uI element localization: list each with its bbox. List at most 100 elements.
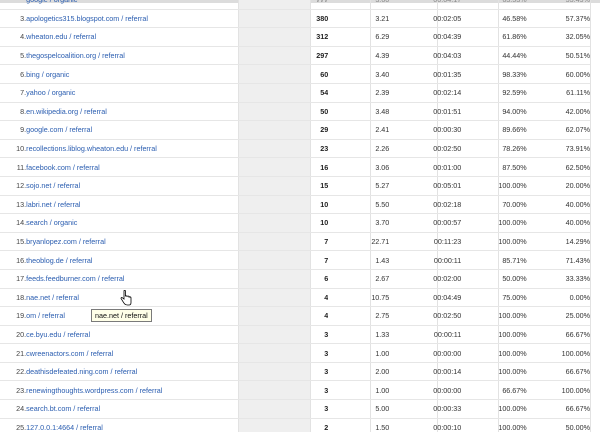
table-row: 16. theoblog.de / referral 7 1.43 00:00:11 85… — [0, 250, 590, 270]
visits-value: 4 — [249, 306, 329, 326]
avg-duration-value: 00:04:17 — [389, 0, 462, 10]
bounce-rate-value: 0.00% — [526, 288, 590, 308]
table-row: 6. bing / organic 60 3.40 00:01:35 98.33% 60.0… — [0, 64, 590, 84]
source-medium-link[interactable]: apologetics315.blogspot.com / referral — [26, 14, 148, 23]
new-visits-value: 89.66% — [461, 120, 527, 140]
source-cell: search / organic — [26, 213, 250, 233]
source-medium-link[interactable]: wheaton.edu / referral — [26, 32, 96, 41]
table-row: 14. search / organic 10 3.70 00:00:57 100.00%… — [0, 213, 590, 233]
bounce-rate-value: 60.00% — [526, 64, 590, 84]
row-rank: 20. — [0, 325, 27, 345]
source-medium-link[interactable]: facebook.com / referral — [26, 163, 100, 172]
new-visits-value: 100.00% — [461, 418, 527, 432]
source-cell: 127.0.0.1:4664 / referral — [26, 418, 250, 432]
source-medium-link[interactable]: en.wikipedia.org / referral — [26, 107, 107, 116]
source-medium-link[interactable]: om / referral — [26, 311, 65, 320]
new-visits-value: 78.26% — [461, 139, 527, 159]
source-medium-link[interactable]: search / organic — [26, 218, 77, 227]
row-rank: 18. — [0, 288, 27, 308]
source-medium-link[interactable]: recollections.liblog.wheaton.edu / refer… — [26, 144, 157, 153]
source-cell: feeds.feedburner.com / referral — [26, 269, 250, 289]
bounce-rate-value: 33.33% — [526, 269, 590, 289]
bounce-rate-value: 71.43% — [526, 250, 590, 270]
source-medium-link[interactable]: sojo.net / referral — [26, 181, 80, 190]
pages-per-visit-value: 1.50 — [328, 418, 390, 432]
avg-duration-value: 00:02:18 — [389, 195, 462, 215]
row-rank: 21. — [0, 343, 27, 363]
visits-value: 4 — [249, 288, 329, 308]
table-row: 9. google.com / referral 29 2.41 00:00:30 89.… — [0, 120, 590, 140]
new-visits-value: 100.00% — [461, 343, 527, 363]
table-row: 22. deathisdefeated.ning.com / referral 3 2… — [0, 362, 590, 382]
source-medium-link[interactable]: theoblog.de / referral — [26, 256, 92, 265]
row-rank: 16. — [0, 250, 27, 270]
bounce-rate-value: 66.67% — [526, 399, 590, 419]
source-medium-link[interactable]: feeds.feedburner.com / referral — [26, 274, 124, 283]
visits-value: 3 — [249, 362, 329, 382]
bounce-rate-value: 61.11% — [526, 83, 590, 103]
source-medium-link[interactable]: labri.net / referral — [26, 200, 80, 209]
avg-duration-value: 00:00:30 — [389, 120, 462, 140]
visits-value: 297 — [249, 46, 329, 66]
source-medium-link[interactable]: thegospelcoalition.org / referral — [26, 51, 125, 60]
bounce-rate-value: 53.49% — [526, 0, 590, 10]
pages-per-visit-value: 6.29 — [328, 27, 390, 47]
table-row: 24. search.bt.com / referral 3 5.00 00:00:33… — [0, 399, 590, 419]
row-rank: 11. — [0, 157, 27, 177]
sources-table: google / organic7773.6000:04:1763.53%53.… — [0, 0, 590, 432]
table-row: 20. ce.byu.edu / referral 3 1.33 00:00:11 100… — [0, 325, 590, 345]
table-row: 17. feeds.feedburner.com / referral 6 2.67 0… — [0, 269, 590, 289]
source-medium-link[interactable]: bing / organic — [26, 70, 69, 79]
hand-cursor-icon — [120, 290, 132, 306]
avg-duration-value: 00:02:00 — [389, 269, 462, 289]
visits-value: 23 — [249, 139, 329, 159]
row-rank: 4. — [0, 27, 27, 47]
source-medium-link[interactable]: search.bt.com / referral — [26, 404, 100, 413]
avg-duration-value: 00:01:00 — [389, 157, 462, 177]
visits-value: 777 — [249, 0, 329, 10]
visits-value: 312 — [249, 27, 329, 47]
row-rank — [0, 0, 27, 10]
source-medium-link[interactable]: yahoo / organic — [26, 88, 75, 97]
pages-per-visit-value: 3.48 — [328, 102, 390, 122]
row-rank: 19. — [0, 306, 27, 326]
table-row: 13. labri.net / referral 10 5.50 00:02:18 70.… — [0, 195, 590, 215]
pages-per-visit-value: 4.39 — [328, 46, 390, 66]
source-cell: bing / organic — [26, 64, 250, 84]
new-visits-value: 98.33% — [461, 64, 527, 84]
avg-duration-value: 00:02:50 — [389, 139, 462, 159]
table-row: 23. renewingthoughts.wordpress.com / refe… — [0, 380, 590, 401]
source-medium-link[interactable]: 127.0.0.1:4664 / referral — [26, 423, 103, 432]
source-medium-link[interactable]: ce.byu.edu / referral — [26, 330, 90, 339]
source-medium-link[interactable]: nae.net / referral — [26, 293, 79, 302]
source-medium-link[interactable]: bryanlopez.com / referral — [26, 237, 106, 246]
new-visits-value: 92.59% — [461, 83, 527, 103]
new-visits-value: 61.86% — [461, 27, 527, 47]
column-divider — [590, 0, 591, 432]
new-visits-value: 46.58% — [461, 9, 527, 29]
table-row: 19. om / referral 4 2.75 00:02:50 100.00% 25.0… — [0, 306, 590, 326]
bounce-rate-value: 50.00% — [526, 418, 590, 432]
pages-per-visit-value: 1.33 — [328, 325, 390, 345]
avg-duration-value: 00:00:57 — [389, 213, 462, 233]
source-medium-link[interactable]: deathisdefeated.ning.com / referral — [26, 367, 137, 376]
bounce-rate-value: 32.05% — [526, 27, 590, 47]
visits-value: 3 — [249, 399, 329, 419]
pages-per-visit-value: 3.21 — [328, 9, 390, 29]
pages-per-visit-value: 5.27 — [328, 176, 390, 196]
row-rank: 14. — [0, 213, 27, 233]
source-medium-link[interactable]: google.com / referral — [26, 125, 92, 134]
pages-per-visit-value: 3.06 — [328, 157, 390, 177]
source-medium-link[interactable]: renewingthoughts.wordpress.com / referra… — [26, 386, 162, 395]
pages-per-visit-value: 3.60 — [328, 0, 390, 10]
row-rank: 23. — [0, 380, 27, 401]
visits-value: 10 — [249, 213, 329, 233]
table-row: 15. bryanlopez.com / referral 7 22.71 00:11:… — [0, 232, 590, 252]
pages-per-visit-value: 2.41 — [328, 120, 390, 140]
avg-duration-value: 00:00:11 — [389, 250, 462, 270]
source-medium-link[interactable]: cwreenactors.com / referral — [26, 349, 113, 358]
pages-per-visit-value: 1.00 — [328, 343, 390, 363]
source-medium-link[interactable]: google / organic — [26, 0, 77, 4]
row-rank: 5. — [0, 46, 27, 66]
avg-duration-value: 00:00:00 — [389, 380, 462, 401]
